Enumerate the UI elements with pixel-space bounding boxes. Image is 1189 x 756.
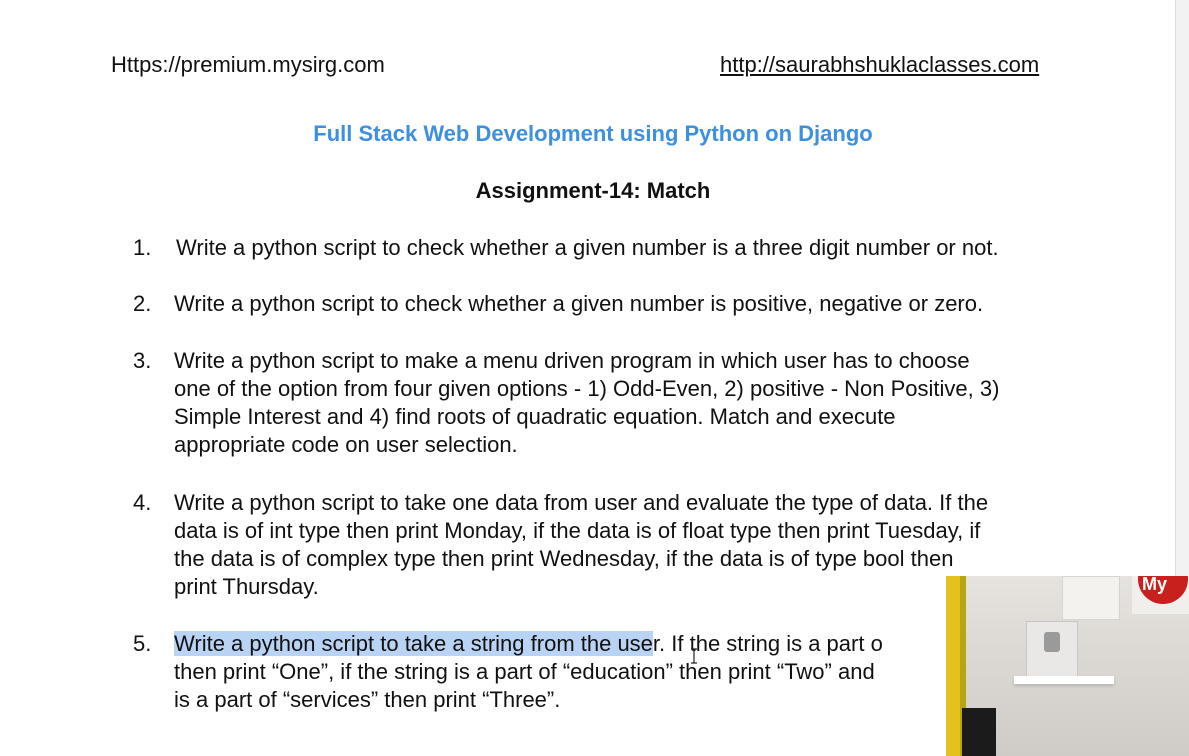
header-left-url: Https://premium.mysirg.com — [111, 52, 385, 77]
question-number: 4. — [133, 490, 152, 515]
question-number: 1. — [133, 235, 152, 260]
question-text: Write a python script to check whether a… — [174, 290, 1094, 318]
question-line: one of the option from four given option… — [174, 376, 1000, 401]
question-text: Write a python script to check whether a… — [176, 234, 1096, 262]
play-icon — [1044, 632, 1060, 652]
question-line: Write a python script to make a menu dri… — [174, 348, 970, 373]
question-line-rest: r. If the string is a part o — [652, 631, 883, 656]
play-button-award-icon — [1026, 621, 1078, 683]
question-line: Write a python script to check whether a… — [176, 235, 999, 260]
course-title: Full Stack Web Development using Python … — [313, 121, 873, 146]
webcam-shelf — [1014, 676, 1114, 684]
question-line: Write a python script to check whether a… — [174, 291, 984, 316]
header-right-link[interactable]: http://saurabhshuklaclasses.com — [720, 52, 1039, 78]
webcam-wall-frame — [1062, 576, 1120, 620]
brand-logo-text: My — [1142, 576, 1168, 594]
question-line: data is of int type then print Monday, i… — [174, 518, 981, 543]
selected-text-highlight[interactable]: Write a python script to take a string f… — [174, 631, 653, 656]
question-line: Write a python script to take one data f… — [174, 490, 989, 515]
question-line: the data is of complex type then print W… — [174, 546, 954, 571]
question-number: 5. — [133, 631, 152, 656]
question-text: Write a python script to make a menu dri… — [174, 347, 1094, 459]
question-line: appropriate code on user selection. — [174, 432, 518, 457]
text-cursor-icon — [691, 648, 697, 664]
webcam-dark-object — [962, 708, 996, 756]
assignment-title: Assignment-14: Match — [475, 178, 711, 203]
question-line: Simple Interest and 4) find roots of qua… — [174, 404, 896, 429]
webcam-yellow-wall — [946, 576, 960, 756]
webcam-overlay: My — [946, 576, 1189, 756]
question-number: 3. — [133, 348, 152, 373]
question-number: 2. — [133, 291, 152, 316]
